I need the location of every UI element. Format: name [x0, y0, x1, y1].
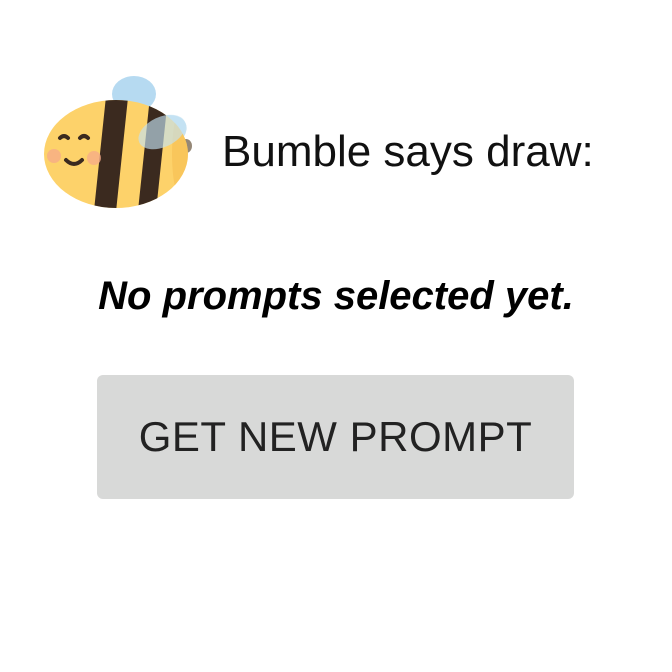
header: Bumble says draw: [36, 72, 656, 212]
header-title: Bumble says draw: [222, 127, 594, 176]
get-new-prompt-button[interactable]: GET NEW PROMPT [97, 375, 574, 499]
bee-icon [44, 76, 192, 208]
prompt-status: No prompts selected yet. [98, 274, 574, 318]
